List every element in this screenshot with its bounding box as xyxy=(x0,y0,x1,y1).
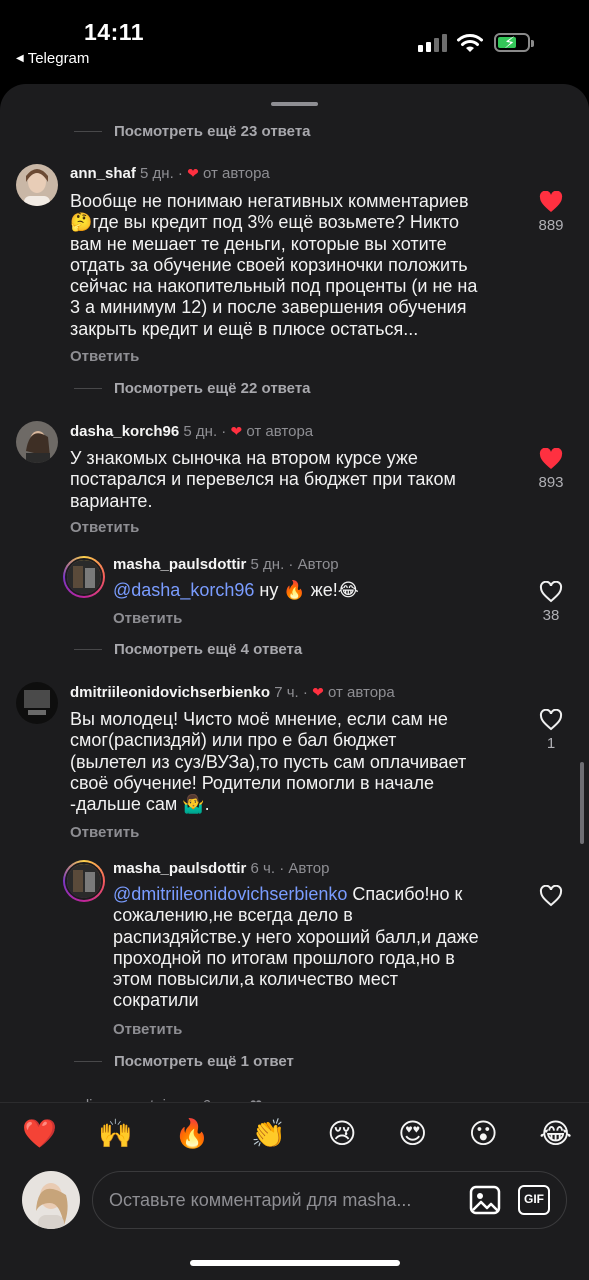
avatar-story-ring[interactable] xyxy=(63,860,105,902)
author-heart-icon: ❤ xyxy=(230,423,243,439)
comment-text: Вообще не понимаю негативных комментарие… xyxy=(70,191,478,339)
heart-filled-icon xyxy=(539,448,563,469)
emoji-surprised[interactable]: 😮 xyxy=(469,1117,498,1150)
heart-outline-icon xyxy=(539,581,563,603)
emoji-red-heart[interactable]: ❤️ xyxy=(22,1117,57,1150)
emoji-laughing[interactable]: 😂 xyxy=(539,1117,572,1150)
comment-meta: masha_paulsdottir 5 дн. · Автор xyxy=(113,556,339,573)
heart-filled-icon xyxy=(539,191,563,212)
comment-meta: masha_paulsdottir 6 ч. · Автор xyxy=(113,860,330,877)
reply-button[interactable]: Ответить xyxy=(113,610,182,627)
emoji-heart-eyes[interactable]: 😍 xyxy=(398,1117,427,1150)
home-indicator[interactable] xyxy=(190,1260,400,1266)
reply-button[interactable]: Ответить xyxy=(113,1021,182,1038)
emoji-raised-hands[interactable]: 🙌 xyxy=(98,1117,133,1150)
status-time: 14:11 xyxy=(84,19,145,45)
emoji-clapping[interactable]: 👏 xyxy=(251,1117,286,1150)
username[interactable]: ann_shaf xyxy=(70,165,136,182)
heart-outline-icon xyxy=(539,885,563,907)
avatar-story-ring[interactable] xyxy=(63,556,105,598)
like-button[interactable] xyxy=(521,885,581,907)
status-bar: 14:11 ◀ Telegram ⚡ xyxy=(0,0,589,80)
back-triangle-icon: ◀ xyxy=(16,53,24,64)
author-heart-icon: ❤ xyxy=(187,165,199,181)
back-app-label: Telegram xyxy=(27,50,90,67)
comments-sheet: Посмотреть ещё 23 ответа ann_shaf 5 дн. … xyxy=(0,84,589,1280)
cellular-signal-icon xyxy=(418,34,447,52)
username[interactable]: masha_paulsdottir xyxy=(113,556,246,573)
comment-text: Вы молодец! Чисто моё мнение, если сам н… xyxy=(70,709,467,815)
username[interactable]: masha_paulsdottir xyxy=(113,860,246,877)
author-heart-icon: ❤ xyxy=(312,684,324,700)
like-button[interactable]: 1 xyxy=(521,709,581,752)
gif-button[interactable]: GIF xyxy=(518,1185,550,1215)
comment-meta: dasha_korch96 5 дн. · ❤ от автора xyxy=(70,423,314,440)
comment-text: @dasha_korch96 ну 🔥 же!😂 xyxy=(113,580,359,600)
like-count: 38 xyxy=(542,607,560,624)
comment-meta: ann_shaf 5 дн. · ❤ от автора xyxy=(70,165,270,182)
mention-link[interactable]: @dmitriileonidovichserbienko xyxy=(113,884,347,904)
view-more-replies[interactable]: Посмотреть ещё 1 ответ xyxy=(74,1053,294,1070)
heart-outline-icon xyxy=(539,709,563,731)
comment-text: У знакомых сыночка на втором курсе уже п… xyxy=(70,448,456,511)
like-count: 1 xyxy=(546,735,556,752)
sheet-grabber[interactable] xyxy=(271,102,318,106)
battery-icon: ⚡ xyxy=(494,33,534,52)
reply-button[interactable]: Ответить xyxy=(70,519,139,536)
like-button[interactable]: 38 xyxy=(521,581,581,624)
comment-text: @dmitriileonidovichserbienko Спасибо!но … xyxy=(113,884,479,1011)
emoji-crying[interactable]: 😢 xyxy=(327,1117,356,1150)
like-count: 893 xyxy=(538,474,564,491)
my-avatar[interactable] xyxy=(22,1171,80,1229)
comment-input[interactable] xyxy=(109,1172,459,1228)
emoji-quick-bar: ❤️ 🙌 🔥 👏 😢 😍 😮 😂 xyxy=(22,1117,572,1150)
username[interactable]: dasha_korch96 xyxy=(70,423,179,440)
mention-link[interactable]: @dasha_korch96 xyxy=(113,580,254,600)
view-more-replies[interactable]: Посмотреть ещё 22 ответа xyxy=(74,380,311,397)
emoji-fire[interactable]: 🔥 xyxy=(175,1117,210,1150)
scroll-indicator[interactable] xyxy=(580,762,584,844)
like-button[interactable]: 893 xyxy=(521,448,581,491)
view-more-replies[interactable]: Посмотреть ещё 4 ответа xyxy=(74,641,302,658)
like-button[interactable]: 889 xyxy=(521,191,581,234)
view-more-replies[interactable]: Посмотреть ещё 23 ответа xyxy=(74,123,311,140)
avatar[interactable] xyxy=(16,421,58,463)
username[interactable]: dmitriileonidovichserbienko xyxy=(70,684,270,701)
avatar[interactable] xyxy=(16,682,58,724)
comment-meta: dmitriileonidovichserbienko 7 ч. · ❤ от … xyxy=(70,684,395,701)
comment-composer: ❤️ 🙌 🔥 👏 😢 😍 😮 😂 GIF xyxy=(0,1102,589,1280)
image-icon[interactable] xyxy=(469,1185,501,1215)
reply-button[interactable]: Ответить xyxy=(70,348,139,365)
comment-input-wrapper: GIF xyxy=(92,1171,567,1229)
avatar[interactable] xyxy=(16,164,58,206)
wifi-icon xyxy=(457,34,483,52)
back-to-telegram-link[interactable]: ◀ Telegram xyxy=(16,50,89,67)
reply-button[interactable]: Ответить xyxy=(70,824,139,841)
like-count: 889 xyxy=(538,217,564,234)
